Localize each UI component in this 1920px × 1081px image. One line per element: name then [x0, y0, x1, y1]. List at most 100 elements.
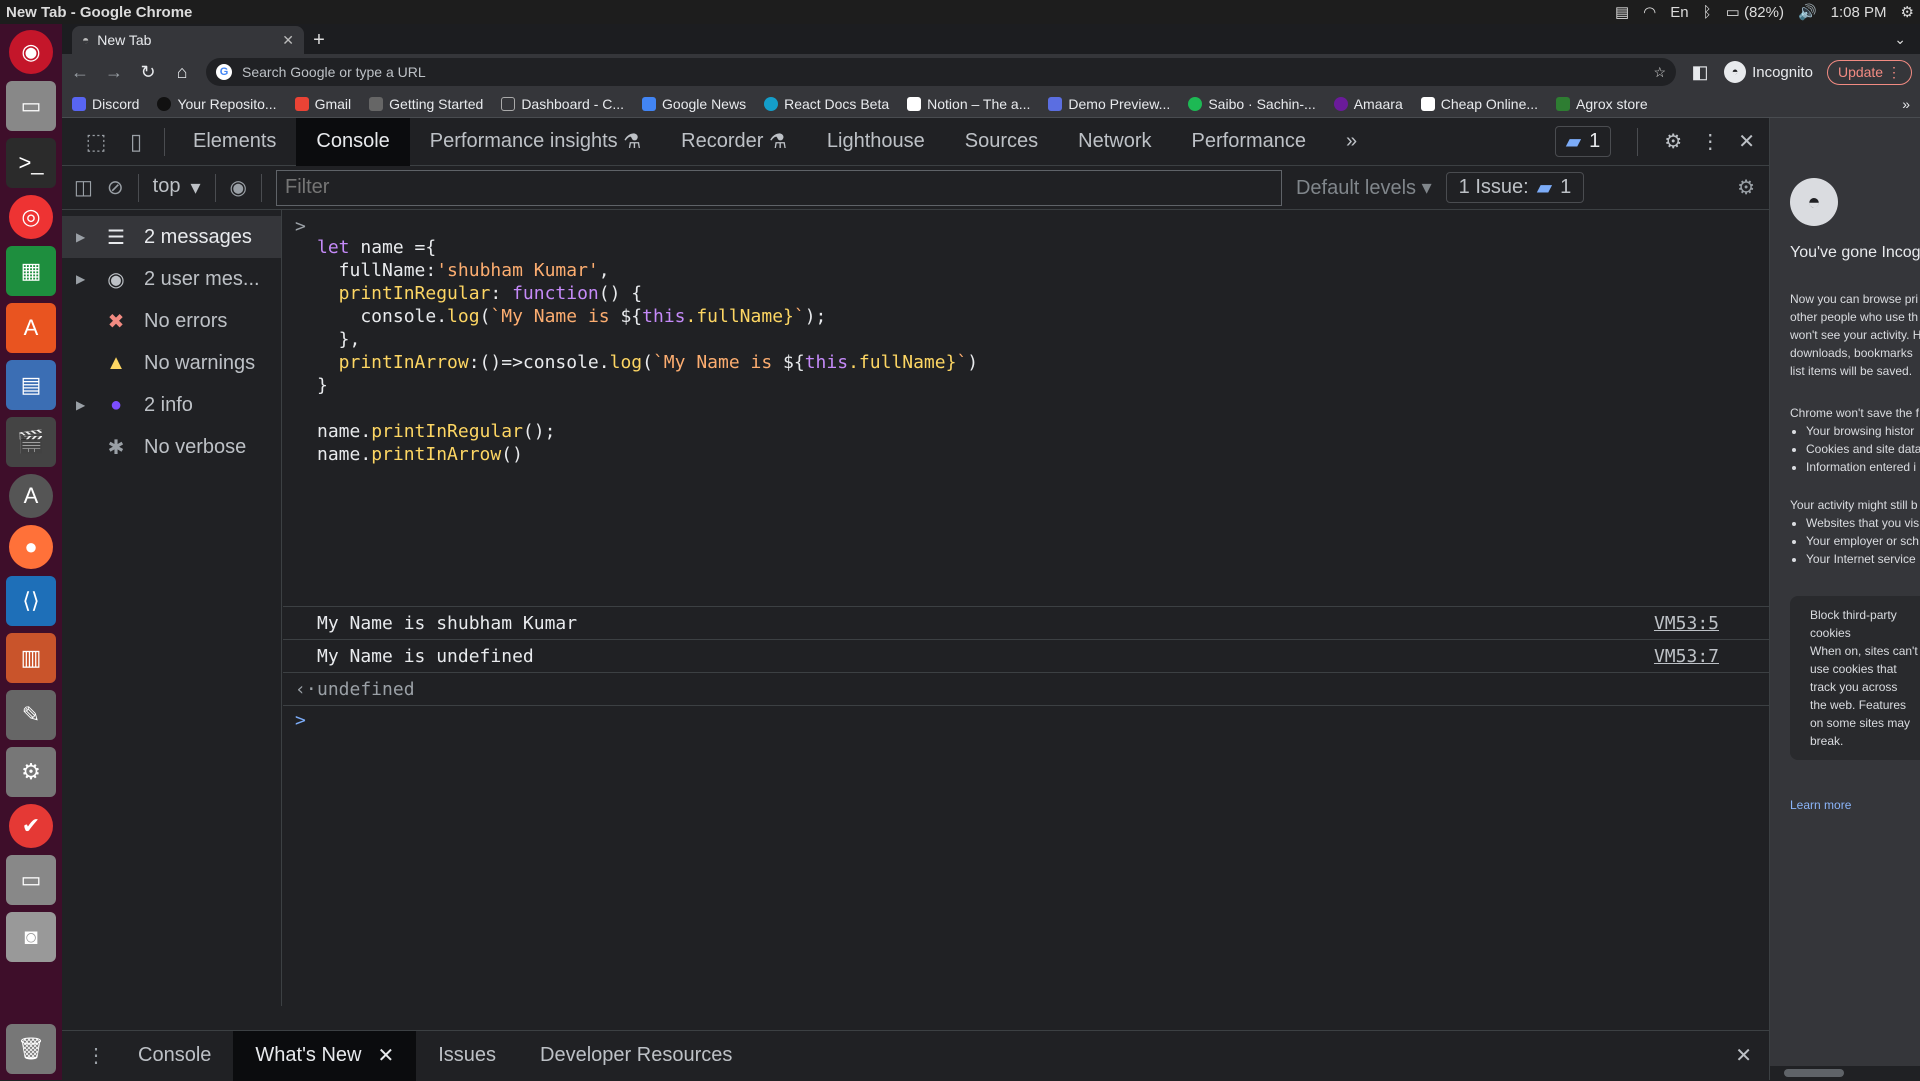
spreadsheet-icon[interactable]: ▦ [6, 246, 56, 296]
vscode-icon[interactable]: ⟨⟩ [6, 576, 56, 626]
source-link[interactable]: VM53:7 [1654, 646, 1719, 667]
horizontal-scrollbar[interactable] [1770, 1066, 1920, 1080]
tab-recorder[interactable]: Recorder ⚗ [661, 118, 807, 166]
sidebar-item-messages[interactable]: ▶ ☰ 2 messages [62, 216, 281, 258]
scrollbar-thumb[interactable] [1784, 1069, 1844, 1077]
back-arrow-icon[interactable]: ← [70, 62, 90, 83]
settings-gear-icon[interactable]: ⚙ [1901, 3, 1914, 21]
bookmark-getting-started[interactable]: Getting Started [369, 96, 483, 112]
issues-button[interactable]: 1 Issue: ▰ 1 [1445, 172, 1585, 203]
settings-gear-icon[interactable]: ⚙ [1664, 129, 1682, 154]
bookmark-saibo[interactable]: Saibo · Sachin-... [1188, 96, 1316, 112]
bookmark-dashboard[interactable]: Dashboard - C... [501, 96, 624, 112]
bookmark-repository[interactable]: Your Reposito... [157, 96, 277, 112]
tab-sources[interactable]: Sources [945, 118, 1058, 166]
bookmark-cheap-online[interactable]: Cheap Online... [1420, 96, 1538, 112]
bookmark-notion[interactable]: Notion – The a... [907, 96, 1030, 112]
software-center-icon[interactable]: A [6, 303, 56, 353]
tab-performance[interactable]: Performance [1172, 118, 1327, 166]
kebab-menu-icon[interactable]: ⋮ [1700, 129, 1720, 154]
bookmark-discord[interactable]: Discord [72, 96, 139, 112]
console-prompt-row[interactable]: > [283, 705, 1769, 735]
update-button[interactable]: Update ⋮ [1826, 59, 1912, 85]
close-devtools-icon[interactable]: ✕ [1738, 129, 1755, 154]
bookmark-amaara[interactable]: Amaara [1333, 96, 1403, 112]
reload-icon[interactable]: ↻ [138, 62, 158, 83]
tab-network[interactable]: Network [1058, 118, 1171, 166]
clear-console-icon[interactable]: ⊘ [107, 175, 124, 200]
source-link[interactable]: VM53:5 [1654, 613, 1719, 634]
todo-icon[interactable]: ✔ [9, 804, 53, 848]
issues-counter-button[interactable]: ▰ 1 [1554, 126, 1612, 157]
console-settings-gear-icon[interactable]: ⚙ [1737, 175, 1755, 200]
third-party-cookies-card[interactable]: Block third-party cookies When on, sites… [1790, 596, 1920, 760]
tab-console[interactable]: Console [296, 117, 410, 166]
bookmark-demo-preview[interactable]: Demo Preview... [1048, 96, 1170, 112]
more-tabs-chevron-icon[interactable]: » [1326, 118, 1377, 166]
bookmark-gmail[interactable]: Gmail [294, 96, 351, 112]
log-levels-dropdown[interactable]: Default levels ▾ [1296, 175, 1432, 200]
archive-icon[interactable]: ▭ [6, 855, 56, 905]
bookmark-star-icon[interactable]: ☆ [1654, 64, 1667, 81]
video-editor-icon[interactable]: 🎬 [6, 417, 56, 467]
filter-input[interactable] [275, 169, 1282, 206]
text-editor-icon[interactable]: ✎ [6, 690, 56, 740]
device-toolbar-icon[interactable]: ▯ [116, 129, 156, 155]
inspect-element-icon[interactable]: ⬚ [76, 129, 116, 155]
omnibox[interactable]: G Search Google or type a URL ☆ [206, 58, 1677, 86]
volume-icon[interactable]: 🔊 [1798, 3, 1817, 21]
sidebar-item-user-messages[interactable]: ▶ ◉ 2 user mes... [62, 258, 281, 300]
bookmark-agrox[interactable]: Agrox store [1556, 96, 1648, 112]
drawer-tab-console[interactable]: Console [116, 1031, 233, 1081]
drawer-menu-icon[interactable]: ⋮ [86, 1043, 116, 1068]
close-tab-icon[interactable]: ✕ [377, 1043, 394, 1068]
expand-triangle-icon[interactable]: ▶ [76, 230, 98, 244]
drawer-tab-developer-resources[interactable]: Developer Resources [518, 1031, 754, 1081]
context-selector[interactable]: top ▾ [153, 175, 201, 200]
console-message-row[interactable]: My Name is shubham Kumar VM53:5 [283, 606, 1769, 639]
sidebar-item-warnings[interactable]: ▲ No warnings [62, 342, 281, 384]
live-expression-eye-icon[interactable]: ◉ [230, 175, 247, 200]
side-panel-icon[interactable]: ◧ [1690, 62, 1710, 83]
notes-icon[interactable]: ▤ [1615, 3, 1629, 21]
drawer-tab-issues[interactable]: Issues [416, 1031, 518, 1081]
show-sidebar-icon[interactable]: ◫ [74, 175, 93, 200]
chrome-icon[interactable]: ◎ [9, 195, 53, 239]
bookmark-react-docs[interactable]: React Docs Beta [764, 96, 889, 112]
incognito-profile-button[interactable]: ◓ Incognito [1724, 61, 1813, 83]
expand-triangle-icon[interactable]: ▶ [76, 272, 98, 286]
expand-triangle-icon[interactable]: ▶ [76, 398, 98, 412]
sidebar-item-verbose[interactable]: ✱ No verbose [62, 426, 281, 468]
writer-icon[interactable]: ▤ [6, 360, 56, 410]
close-tab-icon[interactable]: ✕ [282, 32, 294, 49]
new-tab-button[interactable]: + [304, 26, 334, 54]
forward-arrow-icon[interactable]: → [104, 62, 124, 83]
drawer-tab-whats-new[interactable]: What's New ✕ [233, 1030, 417, 1081]
more-bookmarks-chevron-icon[interactable]: » [1902, 96, 1910, 112]
terminal-icon[interactable]: >_ [6, 138, 56, 188]
battery-indicator[interactable]: ▭ (82%) [1726, 3, 1784, 21]
console-output[interactable]: > let name ={ fullName:'shubham Kumar', … [283, 210, 1769, 1006]
tab-performance-insights[interactable]: Performance insights ⚗ [410, 118, 661, 166]
keyboard-layout[interactable]: En [1670, 4, 1688, 21]
updater-icon[interactable]: A [9, 474, 53, 518]
bluetooth-icon[interactable]: ᛒ [1703, 4, 1712, 21]
tab-search-chevron-icon[interactable]: ⌄ [1894, 31, 1906, 48]
firefox-icon[interactable]: ● [9, 525, 53, 569]
tab-new-tab[interactable]: ◓ New Tab ✕ [72, 26, 304, 54]
presentation-icon[interactable]: ▥ [6, 633, 56, 683]
home-icon[interactable]: ⌂ [172, 62, 192, 83]
trash-icon[interactable]: 🗑 [6, 1024, 56, 1074]
close-drawer-icon[interactable]: ✕ [1735, 1043, 1752, 1068]
learn-more-link[interactable]: Learn more [1790, 798, 1920, 812]
ubuntu-dash-icon[interactable]: ◉ [9, 30, 53, 74]
tab-elements[interactable]: Elements [173, 118, 296, 166]
camera-icon[interactable]: ◙ [6, 912, 56, 962]
clock[interactable]: 1:08 PM [1831, 4, 1887, 21]
sidebar-item-errors[interactable]: ✖ No errors [62, 300, 281, 342]
tab-lighthouse[interactable]: Lighthouse [807, 118, 945, 166]
console-message-row[interactable]: My Name is undefined VM53:7 [283, 639, 1769, 672]
system-tools-icon[interactable]: ⚙ [6, 747, 56, 797]
sidebar-item-info[interactable]: ▶ ● 2 info [62, 384, 281, 426]
files-icon[interactable]: ▭ [6, 81, 56, 131]
